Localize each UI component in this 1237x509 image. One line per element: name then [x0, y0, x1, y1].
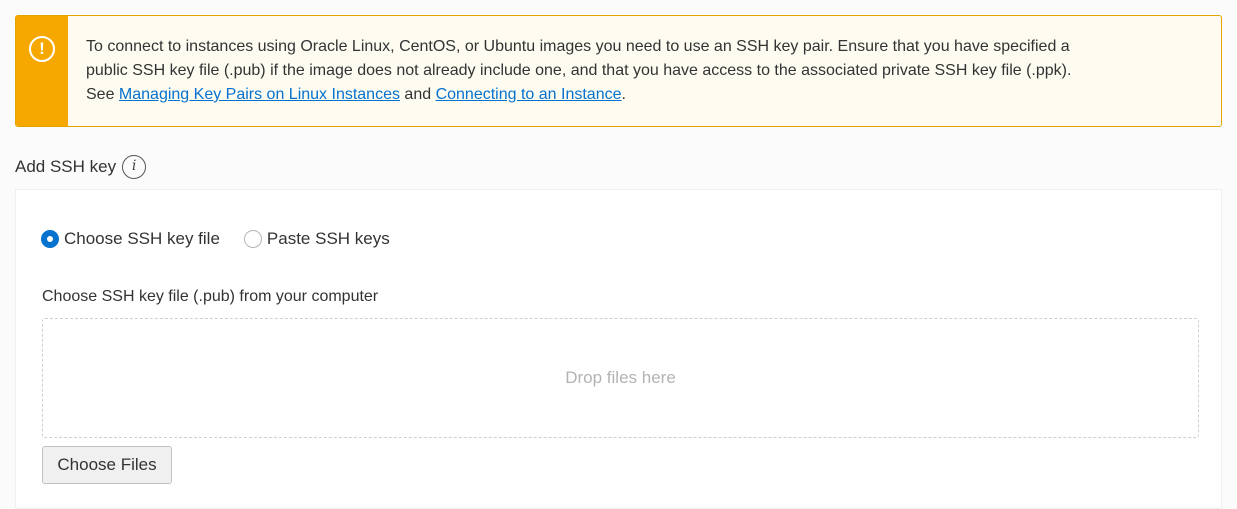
warning-circle-icon: ! — [29, 36, 55, 62]
file-dropzone[interactable]: Drop files here — [42, 318, 1199, 438]
radio-button-checked[interactable] — [41, 230, 59, 248]
radio-paste-ssh-keys[interactable]: Paste SSH keys — [243, 229, 390, 249]
ssh-warning-notice: ! To connect to instances using Oracle L… — [15, 15, 1222, 127]
info-icon[interactable]: i — [122, 155, 147, 179]
radio-label-choose-file: Choose SSH key file — [64, 229, 220, 248]
choose-files-button[interactable]: Choose Files — [42, 446, 172, 484]
ssh-key-file-label: Choose SSH key file (.pub) from your com… — [42, 288, 379, 305]
notice-line-1: To connect to instances using Oracle Lin… — [86, 38, 1070, 55]
radio-button-unchecked[interactable] — [243, 230, 262, 248]
ssh-key-panel: Choose SSH key file Paste SSH keys Choos… — [15, 189, 1222, 509]
add-ssh-key-heading: Add SSH key i — [15, 155, 147, 179]
period-text: . — [621, 86, 626, 103]
managing-key-pairs-link[interactable]: Managing Key Pairs on Linux Instances — [119, 86, 400, 103]
ssh-key-source-radio-group: Choose SSH key file Paste SSH keys — [41, 229, 414, 249]
notice-message: To connect to instances using Oracle Lin… — [68, 16, 1178, 126]
notice-line-2: public SSH key file (.pub) if the image … — [86, 62, 1072, 79]
notice-line-3: See Managing Key Pairs on Linux Instance… — [86, 83, 1178, 107]
notice-accent-stripe: ! — [16, 16, 68, 126]
dropzone-hint: Drop files here — [565, 368, 676, 387]
connecting-instance-link[interactable]: Connecting to an Instance — [436, 86, 622, 103]
see-text: See — [86, 86, 119, 103]
and-text: and — [399, 86, 436, 103]
add-ssh-key-label: Add SSH key — [15, 157, 117, 176]
radio-label-paste-keys: Paste SSH keys — [266, 229, 390, 248]
radio-choose-ssh-key-file[interactable]: Choose SSH key file — [41, 229, 220, 249]
